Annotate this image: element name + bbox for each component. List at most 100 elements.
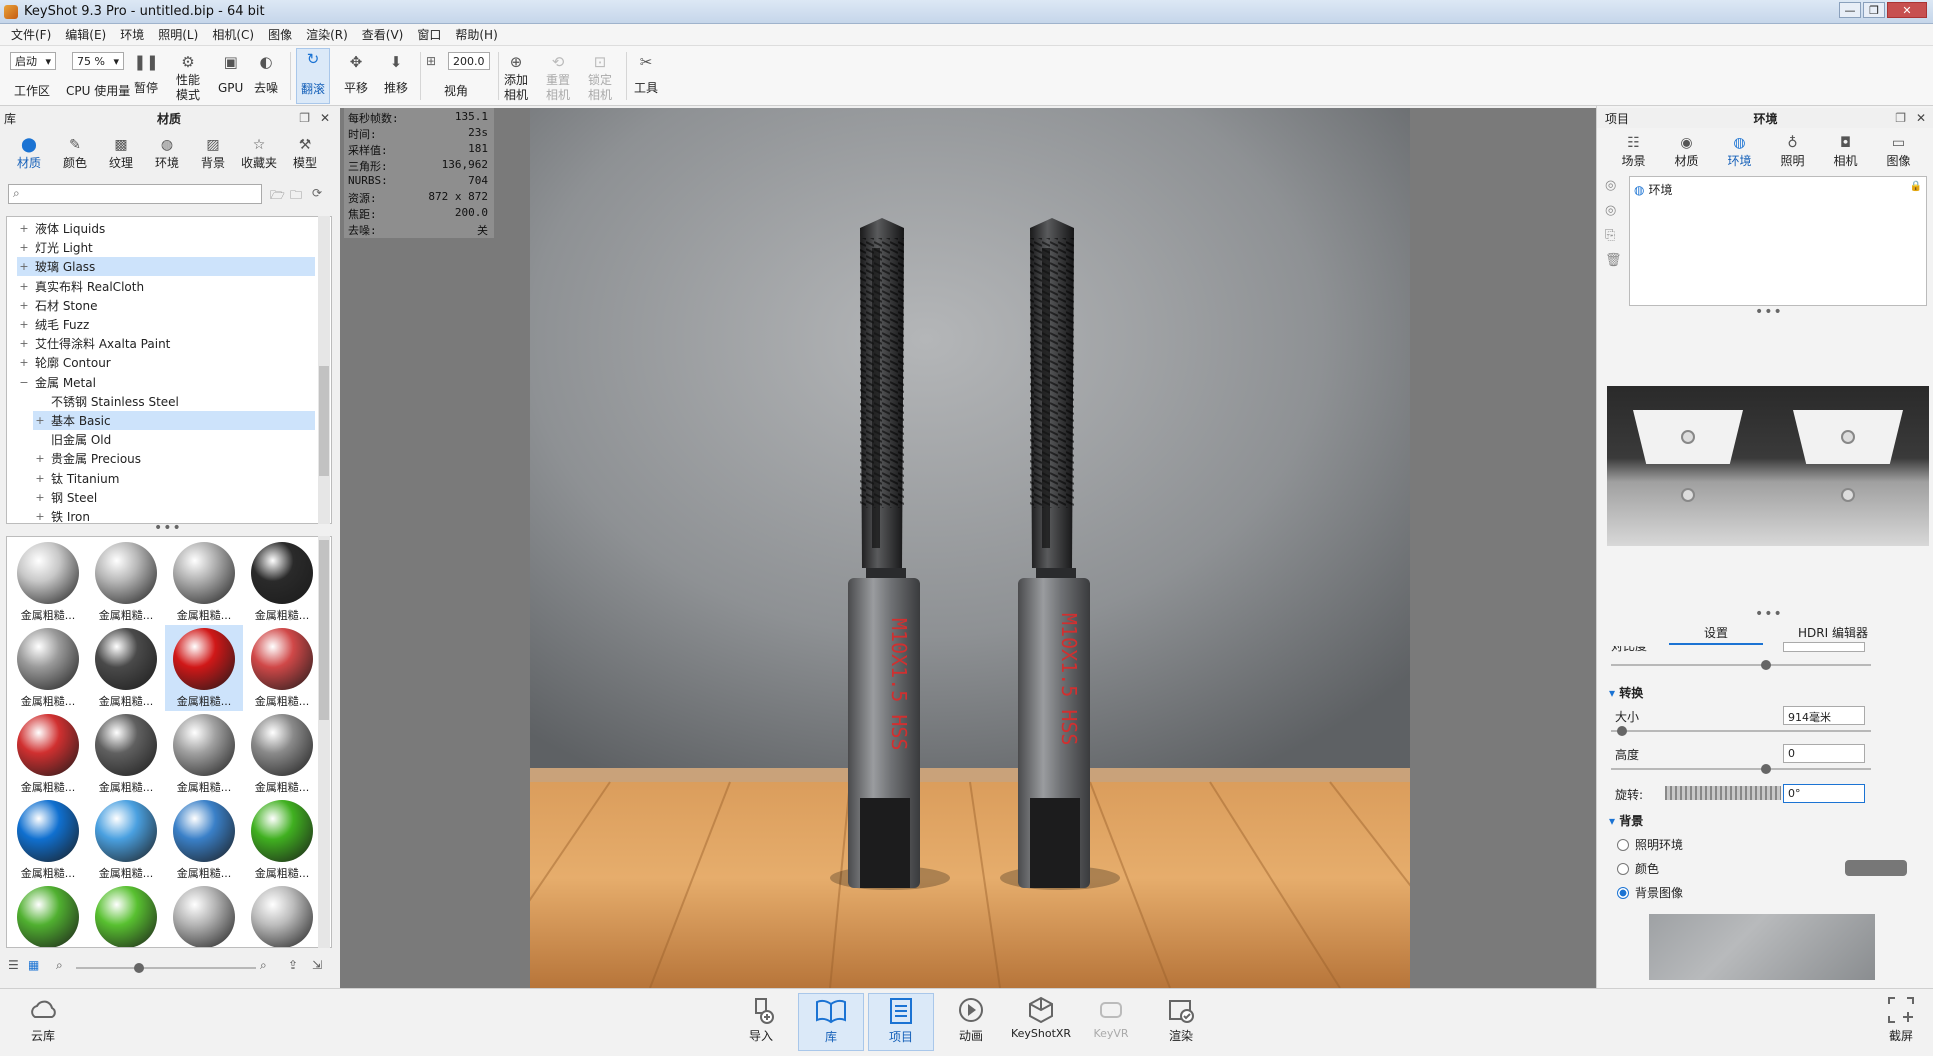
material-thumbnail[interactable]: 金属粗糙... — [9, 883, 87, 947]
folder-add-icon[interactable]: 🗀 — [290, 186, 302, 207]
import-button[interactable]: 导入 — [728, 993, 794, 1051]
subtab-hdri-editor[interactable]: HDRI 编辑器 — [1773, 624, 1893, 641]
minimize-button[interactable]: — — [1839, 2, 1861, 18]
expand-icon[interactable]: + — [17, 222, 31, 235]
tab-materials[interactable]: ⬤ 材质 — [6, 136, 52, 171]
screenshot-button[interactable]: 截屏 — [1868, 993, 1933, 1051]
tree-item[interactable]: + 钛 Titanium — [33, 469, 315, 488]
lock-icon[interactable]: 🔒 — [1910, 181, 1922, 192]
keyvr-button[interactable]: KeyVR — [1078, 993, 1144, 1051]
expand-icon[interactable]: + — [17, 299, 31, 312]
tab-scene[interactable]: ☷ 场景 — [1607, 134, 1660, 169]
material-thumbnail[interactable]: 金属粗糙... — [243, 539, 321, 625]
material-thumbnail[interactable]: 金属粗糙... — [9, 539, 87, 625]
expand-icon[interactable]: + — [17, 337, 31, 350]
library-button[interactable]: 库 — [798, 993, 864, 1051]
material-thumbnail[interactable]: 金属粗糙... — [165, 797, 243, 883]
close-panel-icon[interactable]: ✕ — [1916, 111, 1926, 125]
hdri-pin-handle[interactable] — [1681, 488, 1695, 502]
menu-lighting[interactable]: 照明(L) — [151, 26, 205, 43]
bg-color-swatch[interactable] — [1845, 860, 1907, 876]
bg-option-lighting-env[interactable]: 照明环境 — [1617, 836, 1683, 853]
slider-knob[interactable] — [1761, 764, 1771, 774]
material-thumbnail[interactable]: 金属粗糙... — [165, 625, 243, 711]
background-image-thumbnail[interactable] — [1649, 914, 1875, 980]
tab-environment[interactable]: ◍ 环境 — [1713, 134, 1766, 169]
pan-button[interactable]: ✥ 平移 — [344, 52, 368, 95]
float-panel-icon[interactable]: ❐ — [1895, 111, 1906, 125]
material-thumbnail[interactable]: 金属粗糙... — [243, 883, 321, 947]
library-search-input[interactable]: ⌕ — [8, 184, 262, 204]
expand-icon[interactable]: + — [17, 241, 31, 254]
expand-icon[interactable]: + — [17, 260, 31, 273]
list-view-icon[interactable]: ☰ — [8, 958, 19, 972]
splitter-handle[interactable]: ••• — [1755, 304, 1783, 320]
close-panel-icon[interactable]: ✕ — [320, 111, 330, 125]
zoom-in-icon[interactable]: ⌕ — [260, 958, 267, 973]
expand-icon[interactable]: + — [33, 452, 47, 465]
contrast-slider[interactable] — [1611, 660, 1871, 670]
material-thumbnail[interactable]: 金属粗糙... — [165, 883, 243, 947]
grid-scroll-thumb[interactable] — [319, 540, 329, 720]
float-panel-icon[interactable]: ❐ — [299, 111, 310, 125]
tree-item[interactable]: 旧金属 Old — [33, 430, 315, 449]
height-input[interactable]: 0 — [1783, 744, 1865, 763]
add-camera-button[interactable]: ⊕ 添加 相机 — [504, 52, 528, 102]
height-slider[interactable] — [1611, 764, 1871, 774]
pause-button[interactable]: ❚❚ 暂停 — [133, 52, 158, 95]
project-button[interactable]: 项目 — [868, 993, 934, 1051]
menu-edit[interactable]: 编辑(E) — [58, 26, 113, 43]
subtab-settings[interactable]: 设置 — [1669, 624, 1763, 645]
tree-item[interactable]: + 绒毛 Fuzz — [17, 315, 315, 334]
tree-scrollbar[interactable] — [318, 216, 330, 524]
lock-camera-button[interactable]: ⊡ 锁定 相机 — [588, 52, 612, 102]
grid-view-icon[interactable]: ▦ — [28, 958, 39, 972]
expand-icon[interactable]: + — [33, 472, 47, 485]
tab-lighting[interactable]: ♁ 照明 — [1766, 134, 1819, 169]
hdri-preview[interactable] — [1607, 386, 1929, 546]
export-icon[interactable]: ⇲ — [312, 958, 322, 972]
tree-item[interactable]: + 灯光 Light — [17, 238, 315, 257]
expand-icon[interactable]: + — [17, 356, 31, 369]
section-background[interactable]: ▾ 背景 — [1609, 812, 1643, 829]
material-thumbnail[interactable]: 金属粗糙... — [9, 797, 87, 883]
delete-icon[interactable]: 🗑 — [1605, 253, 1622, 268]
material-thumbnail[interactable]: 金属粗糙... — [243, 625, 321, 711]
thumbnail-size-slider[interactable] — [76, 963, 256, 973]
dolly-button[interactable]: ⬇ 推移 — [384, 52, 408, 95]
keyshotxr-button[interactable]: KeyShotXR — [1008, 993, 1074, 1051]
tree-item[interactable]: − 金属 Metal — [17, 373, 315, 392]
material-thumbnail[interactable]: 金属粗糙... — [87, 539, 165, 625]
upload-icon[interactable]: ⇪ — [288, 958, 298, 972]
tree-item[interactable]: + 艾仕得涂料 Axalta Paint — [17, 334, 315, 353]
tab-models[interactable]: ⚒ 模型 — [282, 136, 328, 171]
add-environment-icon[interactable]: ◎ — [1605, 178, 1622, 193]
zoom-out-icon[interactable]: ⌕ — [56, 958, 63, 973]
expand-icon[interactable]: + — [17, 318, 31, 331]
animation-button[interactable]: 动画 — [938, 993, 1004, 1051]
tab-textures[interactable]: ▩ 纹理 — [98, 136, 144, 171]
render-scene[interactable]: M10X1.5 HSS M10X1.5 HSS — [530, 108, 1410, 988]
refresh-icon[interactable]: ⟳ — [312, 186, 322, 200]
tab-colors[interactable]: ✎ 颜色 — [52, 136, 98, 171]
list-item[interactable]: ◍ 环境 — [1634, 181, 1673, 198]
gpu-button[interactable]: ▣ GPU — [218, 52, 243, 95]
slider-knob[interactable] — [134, 963, 144, 973]
material-thumbnail[interactable]: 金属粗糙... — [87, 625, 165, 711]
material-thumbnail[interactable]: 金属粗糙... — [9, 711, 87, 797]
tab-project-materials[interactable]: ◉ 材质 — [1660, 134, 1713, 169]
tree-item[interactable]: + 玻璃 Glass — [17, 257, 315, 277]
render-button[interactable]: 渲染 — [1148, 993, 1214, 1051]
tumble-button[interactable]: ↻ 翻滚 — [296, 48, 331, 104]
material-thumbnail[interactable]: 金属粗糙... — [87, 797, 165, 883]
save-environment-icon[interactable]: ⎘ — [1605, 228, 1622, 243]
tab-backgrounds[interactable]: ▨ 背景 — [190, 136, 236, 171]
menu-render[interactable]: 渲染(R) — [299, 26, 355, 43]
tree-item[interactable]: + 贵金属 Precious — [33, 449, 315, 468]
fov-input[interactable]: 200.0 — [448, 52, 490, 70]
menu-file[interactable]: 文件(F) — [4, 26, 58, 43]
slider-knob[interactable] — [1617, 726, 1627, 736]
material-thumbnail[interactable]: 金属粗糙... — [165, 711, 243, 797]
tree-item[interactable]: + 钢 Steel — [33, 488, 315, 507]
expand-icon[interactable]: + — [33, 414, 47, 427]
